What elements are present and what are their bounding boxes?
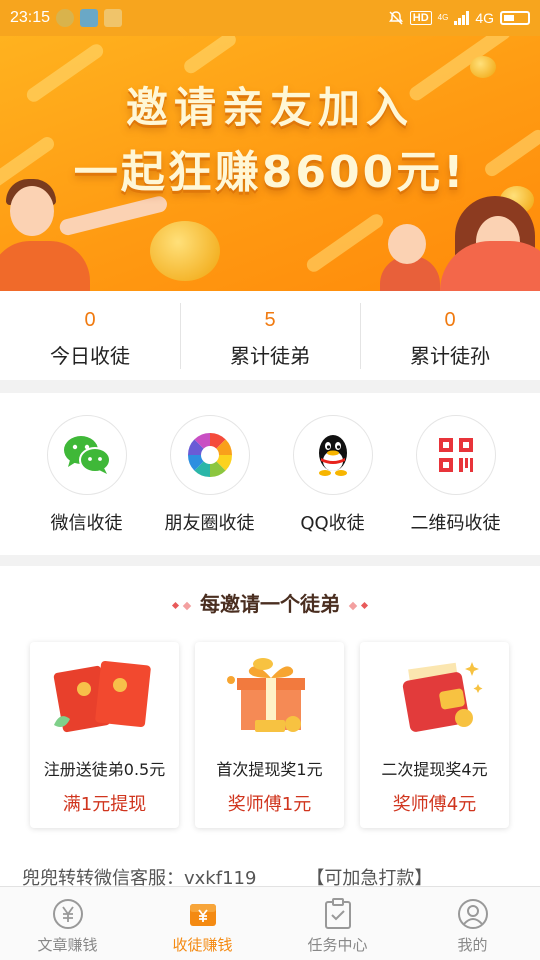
banner-headline: 邀请亲友加入 — [125, 83, 414, 132]
tab-label: 文章赚钱 — [37, 936, 98, 954]
notification-scan-icon — [80, 9, 99, 27]
share-options: 微信收徒 朋友圈收徒 QQ收徒 二维码收徒 — [0, 393, 540, 555]
share-label: 朋友圈收徒 — [164, 513, 255, 534]
moments-icon — [187, 432, 232, 478]
stat-label: 累计徒孙 — [410, 344, 490, 368]
invite-rewards-section: 每邀请一个徒弟 注册送徒弟0.5元 满1元提现 首次提现奖1元 奖师傅1元 二次… — [0, 566, 540, 889]
red-envelope-icon — [53, 660, 151, 733]
share-label: 微信收徒 — [50, 513, 123, 534]
card-title: 首次提现奖1元 — [216, 760, 323, 779]
gift-box-icon — [226, 658, 305, 732]
section-title: 每邀请一个徒弟 — [0, 588, 540, 617]
battery-icon — [500, 11, 530, 25]
share-qq-button[interactable]: QQ收徒 — [271, 393, 394, 555]
invite-banner[interactable]: 邀请亲友加入 一起狂赚8600元! — [0, 36, 540, 291]
stat-label: 累计徒弟 — [230, 344, 310, 368]
notification-app-icon — [56, 9, 75, 27]
reward-card-first-withdraw[interactable]: 首次提现奖1元 奖师傅1元 — [195, 642, 344, 828]
stats-panel: 0 今日收徒 5 累计徒弟 0 累计徒孙 — [0, 291, 540, 380]
share-label: 二维码收徒 — [410, 513, 501, 534]
card-title: 注册送徒弟0.5元 — [43, 760, 166, 779]
share-label: QQ收徒 — [300, 513, 365, 534]
qq-icon — [318, 435, 347, 476]
mute-icon — [388, 11, 403, 25]
card-reward: 奖师傅4元 — [392, 794, 477, 815]
status-time: 23:15 — [10, 9, 51, 26]
bottom-tab-bar: 文章赚钱 收徒赚钱 任务中心 我的 — [0, 886, 540, 960]
tab-label: 任务中心 — [307, 936, 368, 954]
wechat-icon — [63, 436, 111, 474]
yuan-circle-icon — [52, 899, 83, 929]
banner-subheadline: 一起狂赚8600元! — [73, 147, 467, 198]
share-qrcode-button[interactable]: 二维码收徒 — [394, 393, 517, 555]
section-title-text: 每邀请一个徒弟 — [200, 592, 340, 616]
tab-label: 我的 — [457, 936, 488, 954]
stat-label: 今日收徒 — [50, 344, 130, 368]
network-type: 4G — [475, 10, 494, 26]
card-title: 二次提现奖4元 — [381, 760, 488, 779]
stat-total-apprentices[interactable]: 5 累计徒弟 — [180, 291, 360, 380]
tab-tasks[interactable]: 任务中心 — [270, 887, 405, 960]
notification-app-icon — [104, 9, 123, 27]
tab-invite[interactable]: 收徒赚钱 — [135, 887, 270, 960]
yuan-bag-icon — [189, 904, 216, 926]
reward-card-register[interactable]: 注册送徒弟0.5元 满1元提现 — [30, 642, 179, 828]
stat-total-grand-apprentices[interactable]: 0 累计徒孙 — [360, 291, 540, 380]
card-reward: 满1元提现 — [62, 794, 147, 815]
share-moments-button[interactable]: 朋友圈收徒 — [148, 393, 271, 555]
qrcode-icon — [438, 438, 473, 472]
tab-profile[interactable]: 我的 — [405, 887, 540, 960]
stat-value: 5 — [264, 309, 276, 331]
status-bar: 23:15 HD 4G 4G — [0, 0, 540, 36]
card-reward: 奖师傅1元 — [227, 794, 312, 815]
hd-badge: HD — [409, 11, 432, 25]
reward-cards: 注册送徒弟0.5元 满1元提现 首次提现奖1元 奖师傅1元 二次提现奖4元 奖师… — [30, 642, 509, 828]
network-small-label: 4G — [437, 13, 449, 22]
stat-today-apprentices: 0 今日收徒 — [0, 291, 180, 380]
stat-value: 0 — [444, 309, 456, 331]
share-wechat-button[interactable]: 微信收徒 — [25, 393, 148, 555]
wallet-icon — [402, 662, 482, 732]
signal-icon — [454, 11, 470, 25]
reward-card-second-withdraw[interactable]: 二次提现奖4元 奖师傅4元 — [360, 642, 509, 828]
tab-label: 收徒赚钱 — [172, 936, 233, 954]
stat-value: 0 — [84, 309, 96, 331]
tab-articles[interactable]: 文章赚钱 — [0, 887, 135, 960]
checklist-icon — [324, 898, 351, 929]
user-icon — [457, 899, 488, 929]
